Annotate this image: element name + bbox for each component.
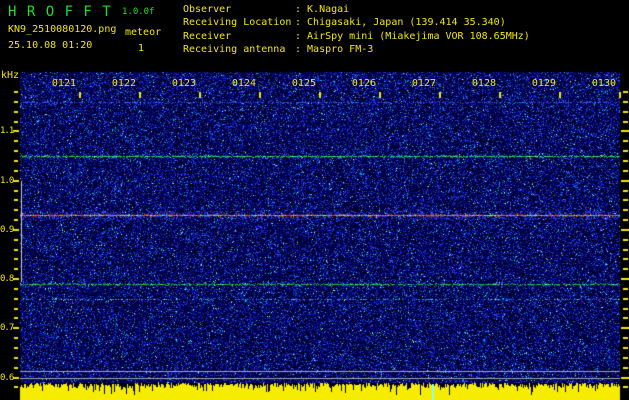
- freq-tick-label: 0.8: [0, 274, 13, 284]
- station-info-value: : K.Nagai: [295, 4, 349, 15]
- station-info-value: : Maspro FM-3: [295, 44, 373, 55]
- output-filename: KN9_2510080120.png: [8, 24, 116, 35]
- station-info-value: : AirSpy mini (Miakejima VOR 108.65MHz): [295, 31, 530, 42]
- station-info-label: Receiver: [183, 30, 295, 43]
- station-info-row: Receiving Location: Chigasaki, Japan (13…: [183, 16, 530, 29]
- station-info-row: Receiver: AirSpy mini (Miakejima VOR 108…: [183, 30, 530, 43]
- app-version: 1.0.0f: [122, 7, 155, 17]
- station-info-row: Receiving antenna: Maspro FM-3: [183, 43, 530, 56]
- spectrogram-canvas: [0, 0, 629, 400]
- time-tick-label: 0123: [170, 78, 196, 89]
- station-info-label: Receiving antenna: [183, 43, 295, 56]
- station-info-label: Observer: [183, 3, 295, 16]
- freq-tick-label: 0.9: [0, 225, 13, 235]
- y-axis-unit-label: kHz: [1, 70, 19, 81]
- hrofft-window: H R O F F T 1.0.0f KN9_2510080120.png 25…: [0, 0, 629, 400]
- freq-tick-label: 0.7: [0, 323, 13, 333]
- time-tick-label: 0124: [230, 78, 256, 89]
- freq-tick-label: 0.6: [0, 373, 13, 383]
- time-tick-label: 0126: [350, 78, 376, 89]
- station-info-table: Observer: K.Nagai Receiving Location: Chi…: [183, 3, 530, 57]
- freq-tick-label: 1.1: [0, 126, 13, 136]
- station-info-label: Receiving Location: [183, 16, 295, 29]
- time-tick-label: 0121: [50, 78, 76, 89]
- time-tick-label: 0125: [290, 78, 316, 89]
- app-title: H R O F F T: [8, 4, 112, 20]
- station-info-row: Observer: K.Nagai: [183, 3, 530, 16]
- meteor-count-label: meteor: [125, 27, 161, 38]
- station-info-value: : Chigasaki, Japan (139.414 35.340): [295, 17, 506, 28]
- time-tick-label: 0122: [110, 78, 136, 89]
- freq-tick-label: 1.0: [0, 176, 13, 186]
- observation-datetime: 25.10.08 01:20: [8, 40, 92, 51]
- time-tick-label: 0127: [410, 78, 436, 89]
- time-tick-label: 0129: [530, 78, 556, 89]
- time-tick-label: 0128: [470, 78, 496, 89]
- meteor-count-value: 1: [138, 43, 144, 54]
- time-tick-label: 0130: [590, 78, 616, 89]
